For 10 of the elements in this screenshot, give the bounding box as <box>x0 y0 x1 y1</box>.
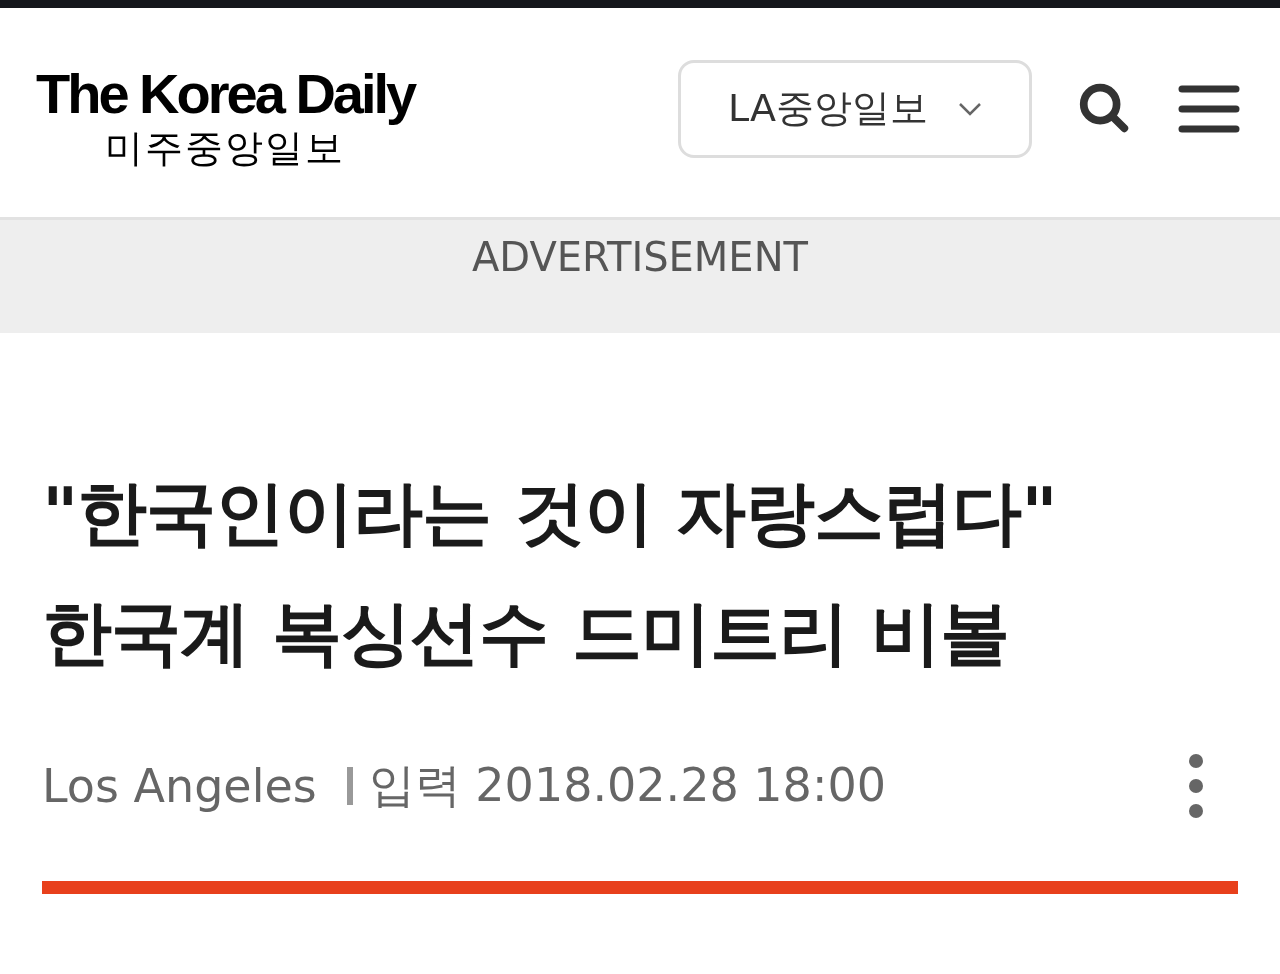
separator-bar <box>346 767 353 805</box>
more-options-icon[interactable] <box>1188 753 1204 819</box>
logo-subtitle[interactable]: 미주중앙일보 <box>105 127 346 170</box>
headline: "한국인이라는 것이 자랑스럽다" 한국계 복싱선수 드미트리 비볼 <box>42 471 1058 676</box>
location-label: Los Angeles <box>42 759 317 813</box>
edition-dropdown[interactable]: LA중앙일보 <box>678 59 1032 158</box>
ad-label: ADVERTISEMENT <box>472 234 808 280</box>
caret-icon <box>958 101 982 116</box>
posted-date: 입력 2018.02.28 18:00 <box>368 757 886 814</box>
menu-icon[interactable] <box>1178 83 1240 134</box>
